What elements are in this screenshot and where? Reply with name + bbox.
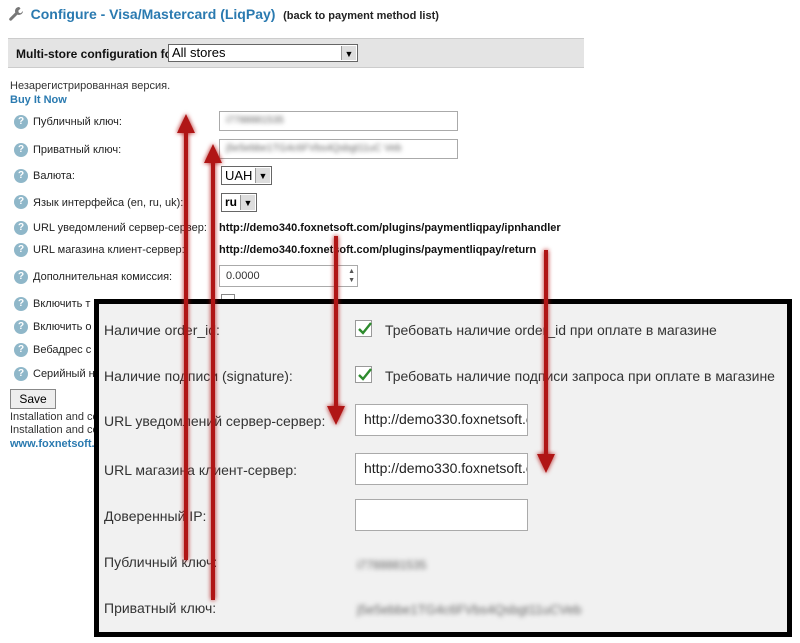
arrow-icon	[177, 114, 195, 560]
arrow-icon	[204, 144, 222, 600]
annotation-arrows	[177, 114, 555, 600]
arrow-icon	[327, 236, 345, 425]
arrow-icon	[537, 250, 555, 473]
